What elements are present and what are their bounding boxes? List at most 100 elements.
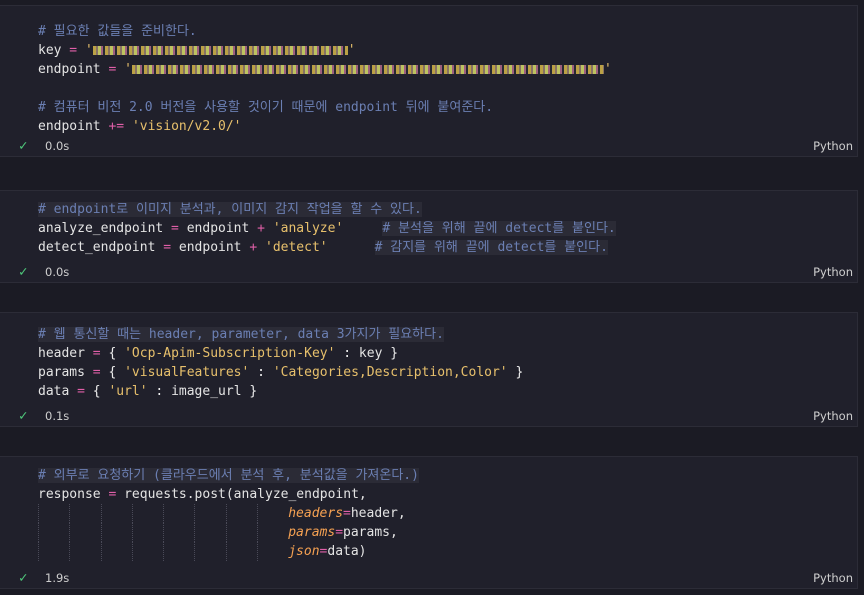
code-token: response [38,487,101,502]
cell-language-button[interactable]: Python [813,265,853,279]
code-cell[interactable]: # 외부로 요청하기 (클라우드에서 분석 후, 분석값을 가져온다.) resp… [0,456,858,589]
code-token: 'visualFeatures' [124,365,250,380]
execution-time: 0.0s [45,139,70,153]
code-token: 'Ocp-Apim-Subscription-Key' [124,346,336,361]
code-token: = [84,346,109,361]
code-token: params [38,365,85,380]
cell-status-bar: ✓ 0.1s Python [0,407,857,426]
code-token: = [163,221,187,236]
code-token: data) [327,544,367,559]
code-token: = [335,525,344,540]
code-token: { [92,384,109,399]
code-comment: # 필요한 값들을 준비한다. [38,24,197,39]
success-check-icon: ✓ [19,138,28,154]
code-editor[interactable]: # 필요한 값들을 준비한다. key = ' ' endpoint = ' ' # 컴퓨… [38,22,857,136]
cell-language-button[interactable]: Python [813,139,853,153]
code-token: data [38,384,70,399]
code-token: 'url' [108,384,148,399]
code-token: header [38,346,85,361]
code-line: data = { 'url' : image_url } [38,382,857,401]
indent-guides [38,542,288,561]
code-line: # 웹 통신할 때는 header, parameter, data 3가지가 … [38,325,857,344]
execution-time: 0.1s [45,409,70,423]
code-token: : [335,346,359,361]
code-token: = [100,62,125,77]
code-cell[interactable]: # 필요한 값들을 준비한다. key = ' ' endpoint = ' ' # 컴퓨… [0,5,858,157]
code-cell[interactable]: # 웹 통신할 때는 header, parameter, data 3가지가 … [0,312,858,427]
code-token: } [382,346,399,361]
execution-time: 0.0s [45,265,70,279]
code-comment: # endpoint로 이미지 분석과, 이미지 감지 작업을 할 수 있다. [38,202,422,217]
code-token: } [241,384,258,399]
code-token: 'detect' [265,240,328,255]
code-line: params = { 'visualFeatures' : 'Categorie… [38,363,857,382]
code-comment: # 웹 통신할 때는 header, parameter, data 3가지가 … [38,327,444,342]
code-editor[interactable]: # 외부로 요청하기 (클라우드에서 분석 후, 분석값을 가져온다.) resp… [38,466,857,561]
code-token: key [38,43,62,58]
cell-language-button[interactable]: Python [813,571,853,585]
success-check-icon: ✓ [19,408,28,424]
code-token: detect_endpoint [38,240,156,255]
code-line: # endpoint로 이미지 분석과, 이미지 감지 작업을 할 수 있다. [38,200,857,219]
code-line: # 컴퓨터 비전 2.0 버전을 사용할 것이기 때문에 endpoint 뒤에… [38,98,857,117]
cell-language-button[interactable]: Python [813,409,853,423]
code-token: headers [288,506,344,521]
success-check-icon: ✓ [19,570,28,586]
code-token: { [108,365,125,380]
code-token: header, [350,506,406,521]
code-token: : [249,365,273,380]
code-token: } [507,365,524,380]
code-token: = [100,487,125,502]
code-token: 'vision/v2.0/' [131,119,242,134]
code-token: key [358,346,383,361]
cell-status-bar: ✓ 1.9s Python [0,569,857,588]
code-token: = [61,43,85,58]
code-editor[interactable]: # endpoint로 이미지 분석과, 이미지 감지 작업을 할 수 있다. a… [38,200,857,257]
code-line: # 필요한 값들을 준비한다. [38,22,857,41]
code-token: ' [124,62,132,77]
code-comment: # 감지를 위해 끝에 detect를 붙인다. [374,240,608,255]
code-token: 'Categories,Description,Color' [272,365,508,380]
code-comment: # 분석을 위해 끝에 detect를 붙인다. [382,221,616,236]
code-line: json=data) [38,542,857,561]
code-token: + [249,221,273,236]
code-token: = [155,240,179,255]
code-token: = [343,506,351,521]
code-token: json [288,544,320,559]
code-line: response = requests.post(analyze_endpoin… [38,485,857,504]
code-token: 'analyze' [272,221,344,236]
code-line: # 외부로 요청하기 (클라우드에서 분석 후, 분석값을 가져온다.) [38,466,857,485]
code-comment: # 컴퓨터 비전 2.0 버전을 사용할 것이기 때문에 endpoint 뒤에… [38,100,494,115]
code-token: ' [347,43,356,58]
code-token: image_url [171,384,242,399]
code-line: detect_endpoint = endpoint + 'detect' # … [38,238,857,257]
code-editor[interactable]: # 웹 통신할 때는 header, parameter, data 3가지가 … [38,325,857,401]
code-token: ' [84,43,93,58]
code-token: endpoint [38,62,101,77]
code-token: += [100,119,132,134]
code-line: endpoint += 'vision/v2.0/' [38,117,857,136]
code-token: + [241,240,265,255]
code-token: params [288,525,336,540]
code-line: endpoint = ' ' [38,60,857,79]
code-line: analyze_endpoint = endpoint + 'analyze' … [38,219,857,238]
code-token: endpoint [38,119,101,134]
code-line: params=params, [38,523,857,542]
code-line: key = ' ' [38,41,857,60]
code-token: analyze_endpoint [38,221,164,236]
code-token: endpoint [178,240,242,255]
cell-status-bar: ✓ 0.0s Python [0,263,857,282]
code-token: { [108,346,125,361]
success-check-icon: ✓ [19,264,28,280]
indent-guides [38,504,288,523]
code-token: = [69,384,93,399]
code-line: header = { 'Ocp-Apim-Subscription-Key' :… [38,344,857,363]
code-cell[interactable]: # endpoint로 이미지 분석과, 이미지 감지 작업을 할 수 있다. a… [0,190,858,283]
code-token: ' [603,62,612,77]
code-token: endpoint [186,221,250,236]
code-token: params, [343,525,398,540]
code-comment: # 외부로 요청하기 (클라우드에서 분석 후, 분석값을 가져온다.) [38,468,419,483]
